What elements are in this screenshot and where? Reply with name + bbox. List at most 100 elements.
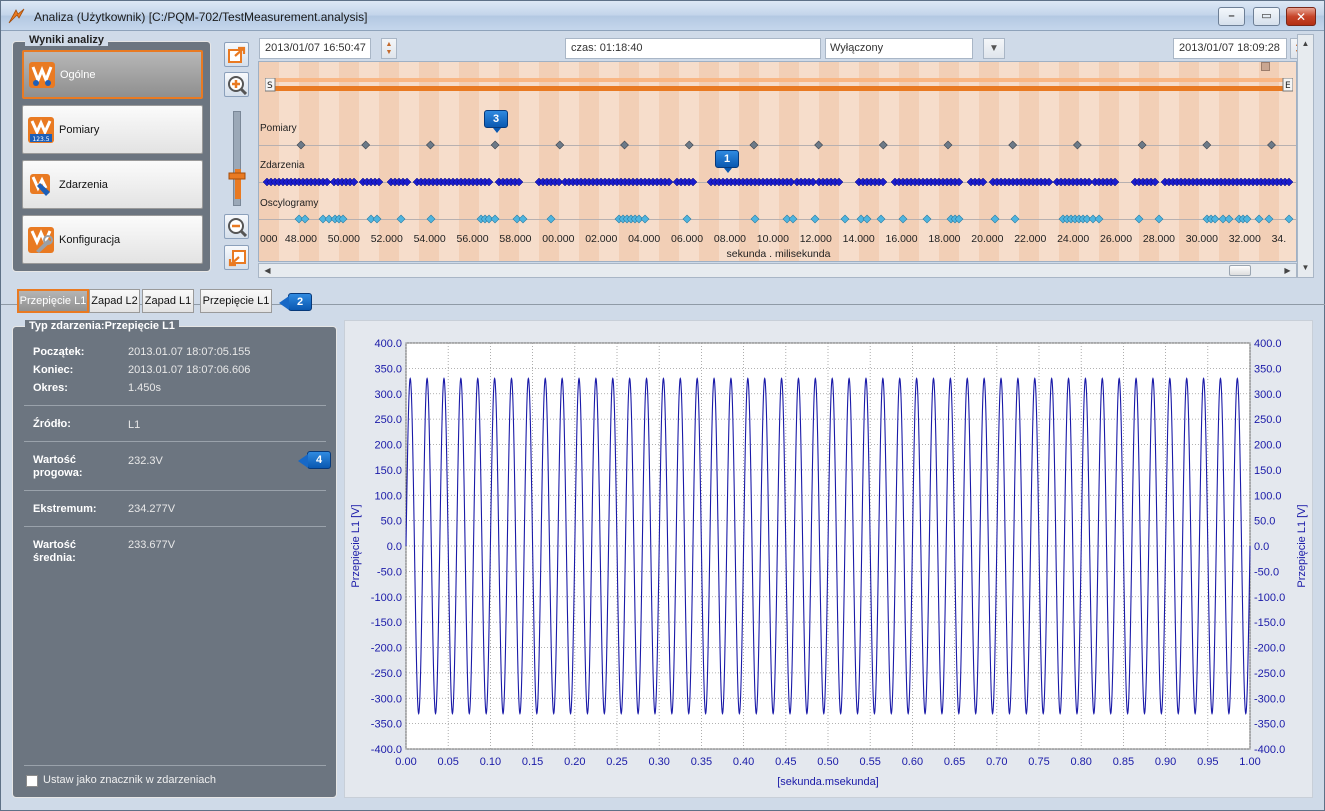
oscillogram-marker[interactable]: [426, 214, 436, 224]
oscillogram-marker[interactable]: [750, 214, 760, 224]
nav-item-measurements[interactable]: 123.5 Pomiary: [22, 105, 203, 154]
measurement-marker[interactable]: [361, 140, 371, 150]
x-tick-label: 0.55: [859, 756, 880, 768]
zoom-slider-thumb[interactable]: [226, 169, 248, 199]
oscillogram-marker[interactable]: [862, 214, 872, 224]
maximize-button[interactable]: ▭: [1253, 7, 1280, 26]
end-date-field[interactable]: 2013/01/07 18:09:28: [1173, 38, 1287, 59]
x-tick-label: 0.10: [480, 756, 501, 768]
y-tick-label-left: -200.0: [371, 643, 402, 655]
tab-event-sag-l1[interactable]: Zapad L1: [142, 289, 194, 313]
oscillogram-marker[interactable]: [546, 214, 556, 224]
spin-down-icon: ▼: [385, 48, 393, 56]
measurement-marker[interactable]: [878, 140, 888, 150]
oscillogram-marker[interactable]: [490, 214, 500, 224]
event-timeline[interactable]: S E Pomiary Zdarzenia Oscylogramy 000 48.…: [258, 61, 1297, 262]
scroll-down-icon[interactable]: ▼: [1298, 261, 1313, 274]
timeline-tick-label: 16.000: [885, 233, 918, 245]
horizontal-scroll-thumb[interactable]: [1229, 265, 1251, 276]
oscillogram-marker[interactable]: [1254, 214, 1264, 224]
oscillogram-marker[interactable]: [1154, 214, 1164, 224]
close-button[interactable]: ✕: [1286, 7, 1316, 26]
measurement-marker[interactable]: [296, 140, 306, 150]
start-date-spinner[interactable]: ▲ ▼: [381, 38, 397, 59]
start-date-field[interactable]: 2013/01/07 16:50:47: [259, 38, 371, 59]
oscillogram-marker[interactable]: [876, 214, 886, 224]
oscillogram-marker[interactable]: [810, 214, 820, 224]
timeline-vertical-scrollbar[interactable]: ▲ ▼: [1297, 34, 1314, 278]
timeline-tick-label: 000: [260, 233, 278, 245]
oscillogram-marker[interactable]: [396, 214, 406, 224]
timeline-horizontal-scrollbar[interactable]: ◀ ▶: [258, 263, 1297, 278]
nav-item-general[interactable]: Ogólne: [22, 50, 203, 99]
oscillogram-marker[interactable]: [898, 214, 908, 224]
details-separator: [24, 441, 326, 442]
scroll-right-icon[interactable]: ▶: [1280, 264, 1295, 277]
measurement-marker[interactable]: [1008, 140, 1018, 150]
scroll-up-icon[interactable]: ▲: [1298, 37, 1313, 50]
oscillogram-marker[interactable]: [1224, 214, 1234, 224]
threshold-label-line2: progowa:: [33, 467, 83, 479]
oscillogram-marker[interactable]: [1284, 214, 1294, 224]
tab-event-surge-l1-2[interactable]: Przepięcie L1: [200, 289, 272, 313]
oscillogram-marker[interactable]: [372, 214, 382, 224]
nav-item-events[interactable]: Zdarzenia: [22, 160, 203, 209]
oscillogram-marker[interactable]: [518, 214, 528, 224]
measurements-icon: 123.5: [28, 116, 54, 143]
details-separator: [24, 765, 326, 766]
nav-item-label: Konfiguracja: [59, 233, 121, 246]
zoom-in-button[interactable]: [224, 72, 249, 97]
x-axis-title: [sekunda.msekunda]: [777, 776, 879, 788]
zoom-reset-button[interactable]: [224, 245, 249, 270]
y-tick-label-left: -300.0: [371, 693, 402, 705]
timeline-tick-label: 22.000: [1014, 233, 1047, 245]
oscillogram-marker[interactable]: [922, 214, 932, 224]
minimize-button[interactable]: –: [1218, 7, 1245, 26]
filter-dropdown-button[interactable]: ▼: [983, 38, 1005, 59]
measurement-marker[interactable]: [555, 140, 565, 150]
zoom-to-selection-button[interactable]: [224, 42, 249, 67]
measurement-marker[interactable]: [1267, 140, 1276, 150]
set-as-marker-checkbox[interactable]: [26, 775, 38, 787]
oscillogram-marker[interactable]: [1010, 214, 1020, 224]
measurement-marker[interactable]: [425, 140, 435, 150]
nav-item-configuration[interactable]: Konfiguracja: [22, 215, 203, 264]
scroll-left-icon[interactable]: ◀: [260, 264, 275, 277]
oscillogram-marker[interactable]: [1264, 214, 1274, 224]
tab-event-sag-l2[interactable]: Zapad L2: [89, 289, 140, 313]
y-tick-label-left: 100.0: [374, 490, 402, 502]
timeline-tick-label: 52.000: [370, 233, 403, 245]
measurement-marker[interactable]: [490, 140, 500, 150]
oscillogram-marker[interactable]: [990, 214, 1000, 224]
details-separator: [24, 526, 326, 527]
filter-dropdown[interactable]: Wyłączony: [825, 38, 973, 59]
oscillogram-marker[interactable]: [640, 214, 650, 224]
measurement-marker[interactable]: [1202, 140, 1212, 150]
measurement-marker[interactable]: [1137, 140, 1147, 150]
timeline-tick-label: 58.000: [499, 233, 532, 245]
measurement-marker[interactable]: [620, 140, 629, 150]
timeline-tick-label: 04.000: [628, 233, 661, 245]
measurement-marker[interactable]: [1072, 140, 1082, 150]
measurement-marker[interactable]: [814, 140, 824, 150]
measurement-marker[interactable]: [749, 140, 759, 150]
oscillogram-marker[interactable]: [1134, 214, 1144, 224]
measurement-marker[interactable]: [684, 140, 694, 150]
restore-icon: ▭: [1261, 10, 1272, 22]
zoom-out-button[interactable]: [224, 214, 249, 239]
y-tick-label-left: 350.0: [374, 363, 402, 375]
x-tick-label: 0.85: [1113, 756, 1134, 768]
oscillogram-marker[interactable]: [1094, 214, 1104, 224]
measurement-marker[interactable]: [943, 140, 953, 150]
oscillogram-marker[interactable]: [300, 214, 310, 224]
oscillogram-marker[interactable]: [788, 214, 798, 224]
timeline-axis-caption: sekunda . milisekunda: [726, 248, 831, 260]
oscillogram-marker[interactable]: [840, 214, 850, 224]
timeline-markers[interactable]: [259, 62, 1297, 262]
app-logo-icon: [8, 8, 25, 24]
oscillogram-marker[interactable]: [682, 214, 692, 224]
x-tick-label: 0.00: [395, 756, 416, 768]
y-tick-label-left: 150.0: [374, 465, 402, 477]
tab-event-surge-l1[interactable]: Przepięcie L1: [17, 289, 89, 313]
close-icon: ✕: [1295, 9, 1307, 24]
